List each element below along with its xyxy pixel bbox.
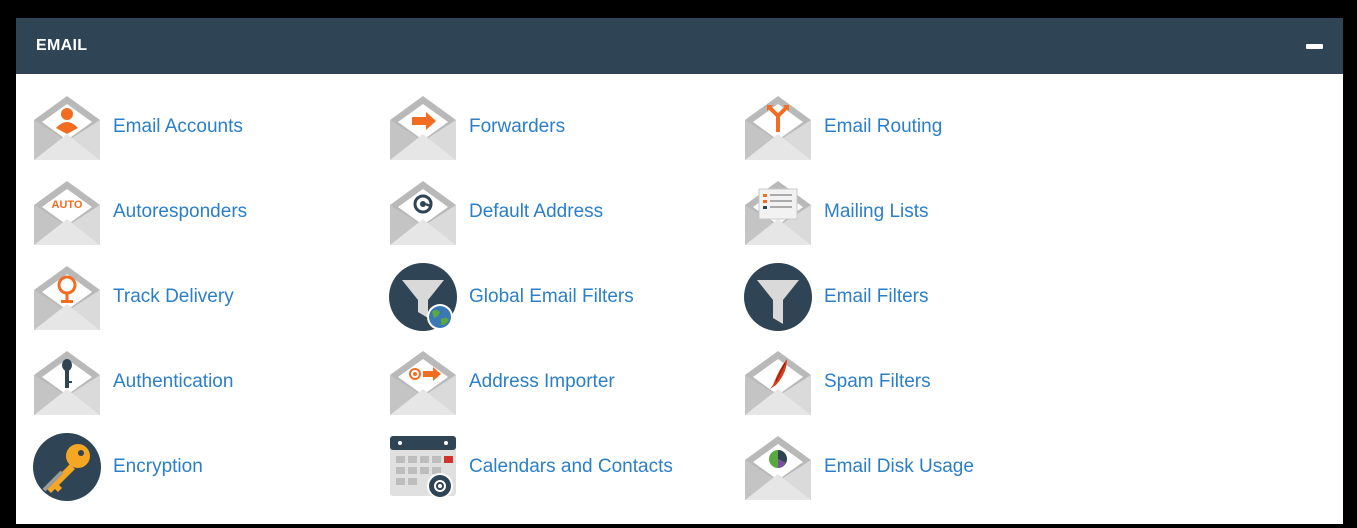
- encryption-label: Encryption: [113, 456, 203, 477]
- address-importer-link[interactable]: Address Importer: [388, 347, 615, 417]
- minus-icon: [1306, 43, 1323, 49]
- track-delivery-link[interactable]: Track Delivery: [32, 262, 234, 332]
- email-filters-icon: [744, 263, 812, 331]
- authentication-label: Authentication: [113, 371, 234, 392]
- email-tools-grid: Email Accounts Forwarders Email Routing …: [16, 74, 1343, 524]
- authentication-icon: [34, 351, 100, 415]
- global-email-filters-link[interactable]: Global Email Filters: [388, 262, 634, 332]
- mailing-lists-icon: [745, 181, 811, 245]
- email-accounts-label: Email Accounts: [113, 116, 243, 137]
- mailing-lists-label: Mailing Lists: [824, 201, 929, 222]
- email-filters-label: Email Filters: [824, 286, 929, 307]
- encryption-icon: [33, 433, 101, 501]
- forwarders-label: Forwarders: [469, 116, 566, 137]
- email-filters-link[interactable]: Email Filters: [743, 262, 929, 332]
- email-disk-usage-label: Email Disk Usage: [824, 456, 974, 477]
- default-address-icon: [390, 181, 456, 245]
- default-address-link[interactable]: Default Address: [388, 177, 603, 247]
- autoresponders-link[interactable]: AUTO Autoresponders: [32, 177, 247, 247]
- global-email-filters-label: Global Email Filters: [469, 286, 634, 307]
- email-routing-label: Email Routing: [824, 116, 943, 137]
- email-routing-icon: [745, 96, 811, 160]
- calendars-and-contacts-link[interactable]: Calendars and Contacts: [388, 432, 673, 502]
- spam-filters-label: Spam Filters: [824, 371, 931, 392]
- track-delivery-icon: [34, 266, 100, 330]
- autoresponders-label: Autoresponders: [113, 201, 248, 222]
- email-disk-usage-link[interactable]: Email Disk Usage: [743, 432, 974, 502]
- mailing-lists-link[interactable]: Mailing Lists: [743, 177, 929, 247]
- email-panel: EMAIL Email Accounts Forwarders Email Ro…: [16, 18, 1343, 524]
- spam-filters-link[interactable]: Spam Filters: [743, 347, 931, 417]
- email-disk-usage-icon: [745, 436, 811, 500]
- email-accounts-icon: [34, 96, 100, 160]
- spam-filters-icon: [745, 351, 811, 415]
- global-email-filters-icon: [389, 263, 457, 331]
- default-address-label: Default Address: [469, 201, 604, 222]
- autoresponders-icon: AUTO: [34, 181, 100, 245]
- svg-text:AUTO: AUTO: [52, 199, 83, 211]
- calendars-and-contacts-icon: [390, 436, 456, 499]
- authentication-link[interactable]: Authentication: [32, 347, 233, 417]
- track-delivery-label: Track Delivery: [113, 286, 234, 307]
- email-accounts-link[interactable]: Email Accounts: [32, 92, 243, 162]
- forwarders-icon: [390, 96, 456, 160]
- panel-title: EMAIL: [36, 37, 88, 54]
- encryption-link[interactable]: Encryption: [32, 432, 203, 502]
- collapse-button[interactable]: [1283, 31, 1323, 61]
- calendars-and-contacts-label: Calendars and Contacts: [469, 456, 673, 477]
- panel-header: EMAIL: [16, 18, 1343, 74]
- forwarders-link[interactable]: Forwarders: [388, 92, 565, 162]
- address-importer-icon: [390, 351, 456, 415]
- address-importer-label: Address Importer: [469, 371, 615, 392]
- email-routing-link[interactable]: Email Routing: [743, 92, 942, 162]
